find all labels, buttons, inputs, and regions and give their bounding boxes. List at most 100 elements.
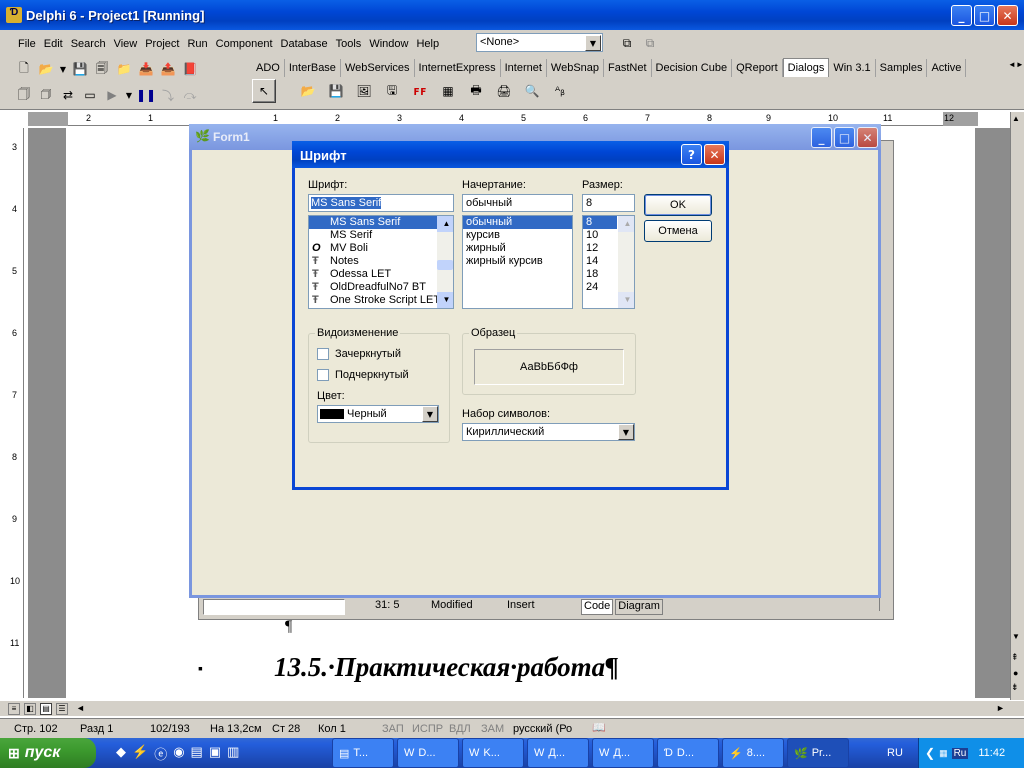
maximize-button[interactable]: □	[974, 5, 995, 26]
run-dropdown-icon[interactable]: ▼	[124, 85, 134, 105]
find-dialog-icon[interactable]: 🔍	[520, 79, 544, 103]
status-ovr[interactable]: ЗАМ	[481, 723, 504, 735]
ie-icon[interactable]: ⓔ	[154, 744, 167, 763]
tab-qreport[interactable]: QReport	[732, 59, 783, 77]
save-all-icon[interactable]: 🗐	[92, 59, 112, 79]
print-view-icon[interactable]: ▤	[40, 703, 52, 715]
scroll-down-icon[interactable]: ▼	[1012, 632, 1020, 641]
trace-into-icon[interactable]: ⤵	[158, 85, 178, 105]
scroll-down-icon[interactable]: ▼	[437, 292, 453, 308]
scroll-right-icon[interactable]: ►	[996, 703, 1005, 713]
list-item[interactable]: 8	[583, 216, 617, 229]
pointer-icon[interactable]: ↖	[252, 79, 276, 103]
view-unit-icon[interactable]: 🗍	[14, 85, 34, 105]
tab-ado[interactable]: ADO	[252, 59, 285, 77]
step-over-icon[interactable]: ⤼	[180, 85, 200, 105]
image-icon[interactable]: ▣	[209, 744, 221, 763]
list-item[interactable]: жирный курсив	[463, 255, 572, 268]
delphi-launch-icon[interactable]: ⚡	[132, 744, 148, 763]
palette-scroll[interactable]: ◄►	[1008, 60, 1024, 69]
task-button[interactable]: Ɗ D...	[657, 738, 719, 768]
list-item[interactable]: курсив	[463, 229, 572, 242]
tray-expand-icon[interactable]: ❮	[925, 746, 935, 760]
open-icon[interactable]: 📂	[36, 59, 56, 79]
save-picture-dialog-icon[interactable]: 🖫	[380, 79, 404, 103]
ok-button[interactable]: OK	[644, 194, 712, 216]
minimize-button[interactable]: _	[951, 5, 972, 26]
new-form-icon[interactable]: ▭	[80, 85, 100, 105]
tab-internet[interactable]: Internet	[501, 59, 547, 77]
tab-fastnet[interactable]: FastNet	[604, 59, 652, 77]
word-horizontal-scrollbar[interactable]: ≡ ◧ ▤ ☰ ◄ ►	[0, 700, 1024, 716]
menu-run[interactable]: Run	[183, 34, 211, 54]
tab-internetexpress[interactable]: InternetExpress	[415, 59, 501, 77]
font-list-scrollbar[interactable]: ▲ ▼	[437, 216, 453, 308]
size-list-scrollbar[interactable]: ▲ ▼	[618, 216, 634, 308]
menu-project[interactable]: Project	[141, 34, 183, 54]
task-button[interactable]: W D...	[397, 738, 459, 768]
style-input[interactable]: обычный	[462, 194, 573, 212]
strikeout-checkbox[interactable]: Зачеркнутый	[317, 348, 401, 361]
open-picture-dialog-icon[interactable]: 🖼	[352, 79, 376, 103]
desktop-icon[interactable]: ◆	[116, 744, 126, 763]
status-trk[interactable]: ИСПР	[412, 723, 443, 735]
open-dialog-icon[interactable]: 📂	[296, 79, 320, 103]
menu-file[interactable]: File	[14, 34, 40, 54]
language-indicator[interactable]: RU	[887, 747, 903, 759]
printer-setup-dialog-icon[interactable]: 🖨	[492, 79, 516, 103]
tab-activex[interactable]: Active	[927, 59, 967, 77]
color-select[interactable]: Черный ▼	[317, 405, 439, 423]
font-dialog-icon[interactable]: ꜰꜰ	[408, 79, 432, 103]
menu-tools[interactable]: Tools	[332, 34, 366, 54]
menu-view[interactable]: View	[110, 34, 142, 54]
form1-minimize-button[interactable]: _	[811, 127, 832, 148]
task-button[interactable]: ▤ T...	[332, 738, 394, 768]
font-list[interactable]: MS Sans Serif MS Serif O MV Boli Ŧ Notes Ŧ…	[308, 215, 454, 309]
list-item[interactable]: Ŧ Notes	[309, 255, 453, 268]
select-browse-icon[interactable]: ●	[1013, 668, 1018, 678]
new-icon[interactable]: 🗋	[14, 59, 34, 79]
menu-window[interactable]: Window	[365, 34, 412, 54]
ide-title-bar[interactable]: Ɗ Delphi 6 - Project1 [Running] _ □ ✕	[0, 0, 1024, 30]
start-button[interactable]: ⊞ пуск	[0, 738, 96, 768]
charset-select[interactable]: Кириллический ▼	[462, 423, 635, 441]
save-icon[interactable]: ▥	[227, 744, 239, 763]
remove-file-icon[interactable]: 📤	[158, 59, 178, 79]
replace-dialog-icon[interactable]: ᴬᵦ	[548, 79, 572, 103]
underline-checkbox[interactable]: Подчеркнутый	[317, 369, 409, 382]
task-button[interactable]: W Д...	[592, 738, 654, 768]
tab-samples[interactable]: Samples	[876, 59, 928, 77]
font-dialog-title-bar[interactable]: Шрифт ? ✕	[292, 141, 729, 168]
style-list[interactable]: обычный курсив жирный жирный курсив	[462, 215, 573, 309]
menu-help[interactable]: Help	[412, 34, 443, 54]
open-project-icon[interactable]: 📁	[114, 59, 134, 79]
chevron-down-icon[interactable]: ▼	[618, 424, 634, 440]
task-button[interactable]: W Д...	[527, 738, 589, 768]
close-button[interactable]: ✕	[997, 5, 1018, 26]
menu-search[interactable]: Search	[67, 34, 110, 54]
scroll-up-icon[interactable]: ▲	[618, 216, 634, 232]
toggle-form-unit-icon[interactable]: ⇄	[58, 85, 78, 105]
window-list-icon[interactable]: ⧉	[617, 33, 637, 53]
tray-app-icon[interactable]: ▦	[939, 748, 948, 759]
size-input[interactable]: 8	[582, 194, 635, 212]
status-rec[interactable]: ЗАП	[382, 723, 404, 735]
tab-websnap[interactable]: WebSnap	[547, 59, 605, 77]
pause-icon[interactable]: ❚❚	[136, 85, 156, 105]
add-file-icon[interactable]: 📥	[136, 59, 156, 79]
dropdown-icon[interactable]: ▼	[58, 59, 68, 79]
spelling-icon[interactable]: 📖	[592, 721, 606, 734]
size-list[interactable]: 8 10 12 14 18 24 ▲ ▼	[582, 215, 635, 309]
chevron-down-icon[interactable]: ▼	[585, 35, 601, 51]
menu-database[interactable]: Database	[277, 34, 332, 54]
prev-page-icon[interactable]: ⇞	[1011, 652, 1019, 663]
list-item[interactable]: O MV Boli	[309, 242, 453, 255]
list-item[interactable]: Ŧ One Stroke Script LET	[309, 294, 453, 307]
toggle-form-icon[interactable]: ⧉	[640, 33, 660, 53]
list-item[interactable]: обычный	[463, 216, 572, 229]
tab-interbase[interactable]: InterBase	[285, 59, 341, 77]
ime-indicator[interactable]: Ru	[951, 747, 969, 759]
list-item[interactable]: жирный	[463, 242, 572, 255]
menu-edit[interactable]: Edit	[40, 34, 67, 54]
task-button[interactable]: 🌿 Pr...	[787, 738, 849, 768]
